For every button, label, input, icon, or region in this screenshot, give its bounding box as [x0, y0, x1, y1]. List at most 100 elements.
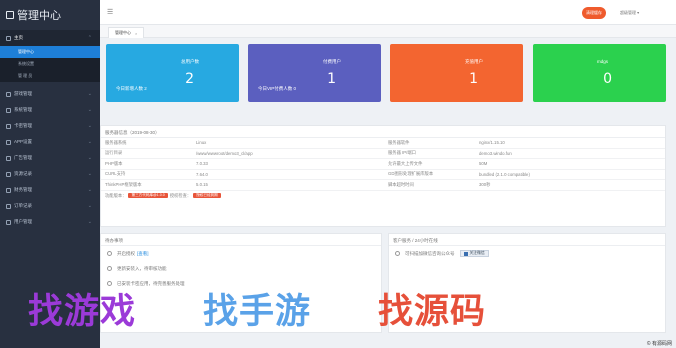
- stat-label: mdgs: [596, 59, 608, 64]
- sidebar-item-games[interactable]: 游戏管理 ⌄: [0, 86, 100, 102]
- info-value: 7.0.33: [196, 161, 208, 167]
- badge-label: 关注微信: [469, 251, 485, 255]
- follow-wechat-button[interactable]: 关注微信: [459, 250, 489, 257]
- info-value: 5.0.15: [196, 182, 208, 188]
- sidebar-item-orders[interactable]: 订单记录 ⌄: [0, 198, 100, 214]
- sidebar-item-label: 游戏管理: [14, 91, 32, 96]
- table-row: 运行目录 /www/wwwroot/demo3_cl/app 服务器 IP/端口…: [101, 149, 665, 159]
- finance-icon: [6, 187, 11, 193]
- info-value: 50M: [479, 161, 488, 167]
- info-key: 服务器系统: [105, 139, 127, 145]
- table-row: 服务器系统 Linux 服务器软件 nginx/1.15.10: [101, 138, 665, 149]
- info-key: 服务器软件: [388, 139, 410, 145]
- table-row: PHP版本 7.0.33 允许最大上传文件 50M: [101, 159, 665, 170]
- todo-text: 开启授权: [117, 250, 135, 256]
- watermark-text: 找手游: [203, 292, 312, 332]
- panel-title: 服务器信息（2019-08-30）: [101, 126, 665, 138]
- list-item[interactable]: 开启授权 [查看]: [101, 246, 381, 261]
- sidebar-subitem-settings[interactable]: 系统设置: [0, 58, 100, 70]
- info-key: 服务器 IP/端口: [388, 150, 416, 156]
- chevron-down-icon: ⌄: [87, 91, 92, 97]
- tab-dashboard[interactable]: 管理中心 ×: [108, 27, 145, 38]
- stat-card-paid-users: 付费用户 1 今日VIP付费人数 0: [248, 44, 381, 102]
- info-value: demo3.windo.fun: [479, 150, 512, 156]
- list-item[interactable]: 更新安装入，待审核功能: [101, 261, 381, 276]
- clear-cache-button[interactable]: 清理缓存: [582, 7, 606, 19]
- sidebar-item-finance[interactable]: 财务管理 ⌄: [0, 182, 100, 198]
- info-value: /www/wwwroot/demo3_cl/app: [196, 150, 253, 156]
- version-tag: 第三方代码库@1.0.0: [128, 193, 168, 199]
- sidebar-item-label: 用户管理: [14, 219, 32, 224]
- close-icon[interactable]: ×: [135, 31, 137, 36]
- view-link[interactable]: [查看]: [137, 251, 149, 257]
- stat-value: 0: [603, 71, 612, 87]
- info-value: bundled (2.1.0 compatible): [479, 171, 530, 177]
- stat-card-mdgs: mdgs 0: [533, 44, 666, 102]
- info-key: PHP版本: [105, 160, 123, 166]
- sidebar-item-keys[interactable]: 卡密管理 ⌄: [0, 118, 100, 134]
- user-icon: [6, 219, 11, 225]
- stat-card-recharge-users: 充值用户 1: [390, 44, 523, 102]
- watermark-text: 找源码: [378, 292, 487, 332]
- chevron-down-icon: ⌄: [87, 155, 92, 161]
- info-key: GD图形处理扩展库版本: [388, 171, 434, 177]
- sidebar-subitem-dashboard[interactable]: 管理中心: [0, 46, 100, 58]
- menu-toggle-icon[interactable]: ☰: [107, 8, 113, 16]
- chevron-down-icon: ⌄: [87, 203, 92, 209]
- watermark: 找游戏 找手游 找源码: [28, 283, 548, 333]
- list-item[interactable]: 可扫描加微信咨询公众号 关注微信: [389, 246, 665, 261]
- panel-title: 待办事项: [101, 234, 381, 246]
- stat-value: 2: [185, 71, 194, 87]
- sidebar-item-app[interactable]: APP设置 ⌄: [0, 134, 100, 150]
- sidebar-item-label: 财务管理: [14, 187, 32, 192]
- chevron-down-icon: ⌄: [87, 107, 92, 113]
- app-logo[interactable]: 管理中心: [0, 0, 100, 30]
- sidebar-subitem-admins[interactable]: 管 理 员: [0, 70, 100, 82]
- chevron-down-icon: ⌄: [87, 171, 92, 177]
- user-menu[interactable]: 超级管理 ▾: [620, 10, 639, 16]
- info-value: 7.64.0: [196, 171, 208, 177]
- info-value: Linux: [196, 140, 207, 146]
- app-icon: [6, 139, 11, 145]
- sidebar-item-label: 订单记录: [14, 203, 32, 208]
- wechat-icon: [463, 251, 468, 256]
- sidebar-item-label: 广告管理: [14, 155, 32, 160]
- info-key: ThinkPHP框架版本: [105, 181, 142, 187]
- top-bar: ☰ 清理缓存 超级管理 ▾: [100, 0, 676, 25]
- todo-text: 更新安装入，待审核功能: [117, 265, 167, 271]
- version-label: 功能版本：: [105, 192, 127, 198]
- radio-icon[interactable]: [107, 266, 112, 271]
- sidebar-item-label: 主页: [14, 35, 23, 40]
- version-row: 功能版本： 第三方代码库@1.0.0 授权检查： 授权已经到期: [101, 191, 665, 202]
- license-label: 授权检查：: [169, 192, 192, 198]
- table-row: CURL支持 7.64.0 GD图形处理扩展库版本 bundled (2.1.0…: [101, 170, 665, 180]
- system-info-panel: 服务器信息（2019-08-30） 服务器系统 Linux 服务器软件 ngin…: [100, 125, 666, 227]
- info-key: 允许最大上传文件: [388, 160, 423, 166]
- corner-watermark: © 有源码网: [646, 341, 672, 347]
- info-value: nginx/1.15.10: [479, 140, 505, 146]
- sidebar-item-home[interactable]: 主页 ⌃: [0, 30, 100, 46]
- order-icon: [6, 203, 11, 209]
- stat-label: 充值用户: [465, 59, 483, 64]
- support-text: 可扫描加微信咨询公众号: [405, 250, 455, 256]
- home-icon: [6, 35, 11, 41]
- tab-bar: 管理中心 ×: [100, 25, 676, 38]
- license-status-badge: 授权已经到期: [193, 193, 221, 199]
- radio-icon[interactable]: [107, 251, 112, 256]
- info-key: CURL支持: [105, 171, 126, 177]
- stat-label: 总用户数: [181, 59, 199, 64]
- key-icon: [6, 123, 11, 129]
- chevron-down-icon: ⌄: [87, 187, 92, 193]
- sidebar-item-records[interactable]: 资源记录 ⌄: [0, 166, 100, 182]
- stat-sub: 今日新增人数 2: [116, 86, 147, 91]
- logo-icon: [6, 11, 14, 19]
- settings-icon: [6, 107, 11, 113]
- tab-label: 管理中心: [115, 30, 131, 35]
- sidebar-item-users[interactable]: 用户管理 ⌄: [0, 214, 100, 230]
- gamepad-icon: [6, 91, 11, 97]
- info-key: 脚本超时时间: [388, 181, 414, 187]
- sidebar-item-system[interactable]: 系统管理 ⌄: [0, 102, 100, 118]
- radio-icon[interactable]: [395, 251, 400, 256]
- chevron-down-icon: ⌄: [87, 139, 92, 145]
- sidebar-item-ads[interactable]: 广告管理 ⌄: [0, 150, 100, 166]
